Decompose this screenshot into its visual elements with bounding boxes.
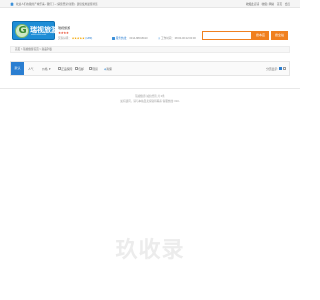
watermark-logo: 玖收录 bbox=[115, 238, 185, 263]
view-mode-label: 分页显示: bbox=[266, 66, 279, 71]
top-link-favorite-site[interactable]: 收藏 | 网站 bbox=[262, 3, 275, 6]
service-value: 0314-88016610 bbox=[129, 37, 148, 40]
top-bar: 欢迎人们在我的产城乐来~ 我们了~ [请您登录/注册] · 建议使用最佳浏览 收… bbox=[0, 0, 300, 8]
filter-in-stock[interactable]: 现货 bbox=[89, 67, 98, 71]
rating-count[interactable]: (1/89) bbox=[85, 37, 92, 40]
top-links: 收藏此店铺 收藏 | 网站 首页 会员 bbox=[244, 2, 290, 6]
shop-header: G 瑞视旅游 www.ruishi.com 瑞视旅游 ★★★★ 买家好评： ★★… bbox=[0, 8, 300, 43]
shop-logo[interactable]: G 瑞视旅游 www.ruishi.com bbox=[12, 21, 58, 40]
tab-popularity[interactable]: 人气 bbox=[28, 67, 34, 71]
shop-name[interactable]: 瑞视旅游 bbox=[58, 26, 70, 30]
list-view-icon[interactable] bbox=[283, 67, 286, 71]
hours-value: 08:00-00:22:00:00 bbox=[174, 37, 196, 40]
breadcrumb: 首页 > 瑞视旅游首页 > 商品列表 bbox=[10, 46, 290, 53]
service-label: 服务热线： bbox=[115, 37, 129, 40]
content-divider bbox=[0, 88, 300, 89]
top-link-favorite-shop[interactable]: 收藏此店铺 bbox=[246, 3, 259, 6]
welcome-text: 欢迎人们在我的产城乐来~ 我们了~ [请您登录/注册] · 建议使用最佳浏览 bbox=[16, 3, 98, 7]
top-link-member[interactable]: 会员 bbox=[285, 3, 290, 6]
footer-contact: 如有疑问，请与本站及卖家取得联系 客服热线: 010- bbox=[120, 100, 180, 103]
logo-glyph: G bbox=[18, 24, 27, 36]
footer-summary: 瑞视旅游 诚信经营 共 0条 bbox=[135, 95, 165, 98]
service-hotline: 服务热线： 0314-88016610 bbox=[112, 36, 148, 40]
view-mode-toggle: 分页显示: bbox=[266, 67, 286, 71]
tab-price[interactable]: 价格 ▼ bbox=[42, 67, 51, 71]
logo-subtitle: www.ruishi.com bbox=[31, 34, 47, 36]
search-store-button[interactable]: 搜本店 bbox=[252, 31, 269, 40]
rating-label: 买家好评： bbox=[58, 36, 71, 40]
top-link-home[interactable]: 首页 bbox=[277, 3, 282, 6]
filter-free-shipping[interactable]: 包邮 bbox=[75, 67, 84, 71]
sort-filter-bar: 默认 人气 价格 ▼ 正品保障 包邮 现货 ◈消保 分页显示: bbox=[10, 61, 290, 76]
grid-view-icon[interactable] bbox=[279, 67, 283, 71]
hours-label: 工作时间： bbox=[161, 37, 174, 40]
filter-protection[interactable]: ◈消保 bbox=[104, 67, 112, 71]
search-input[interactable] bbox=[202, 31, 252, 40]
shop-rating-stars: ★★★★ bbox=[58, 30, 69, 35]
home-icon bbox=[10, 2, 14, 6]
tab-default-sort[interactable]: 默认 bbox=[11, 62, 24, 75]
rating-stars-small: ★★★★★ bbox=[71, 36, 85, 40]
working-hours: ◷ 工作时间： 08:00-00:22:00:00 bbox=[158, 36, 196, 40]
clock-icon: ◷ bbox=[158, 37, 161, 40]
service-icon bbox=[112, 36, 115, 40]
filter-genuine[interactable]: 正品保障 bbox=[58, 67, 72, 71]
shop-rating-meta: 买家好评： ★★★★★ (1/89) bbox=[58, 36, 92, 40]
search-all-button[interactable]: 搜全站 bbox=[271, 31, 288, 40]
